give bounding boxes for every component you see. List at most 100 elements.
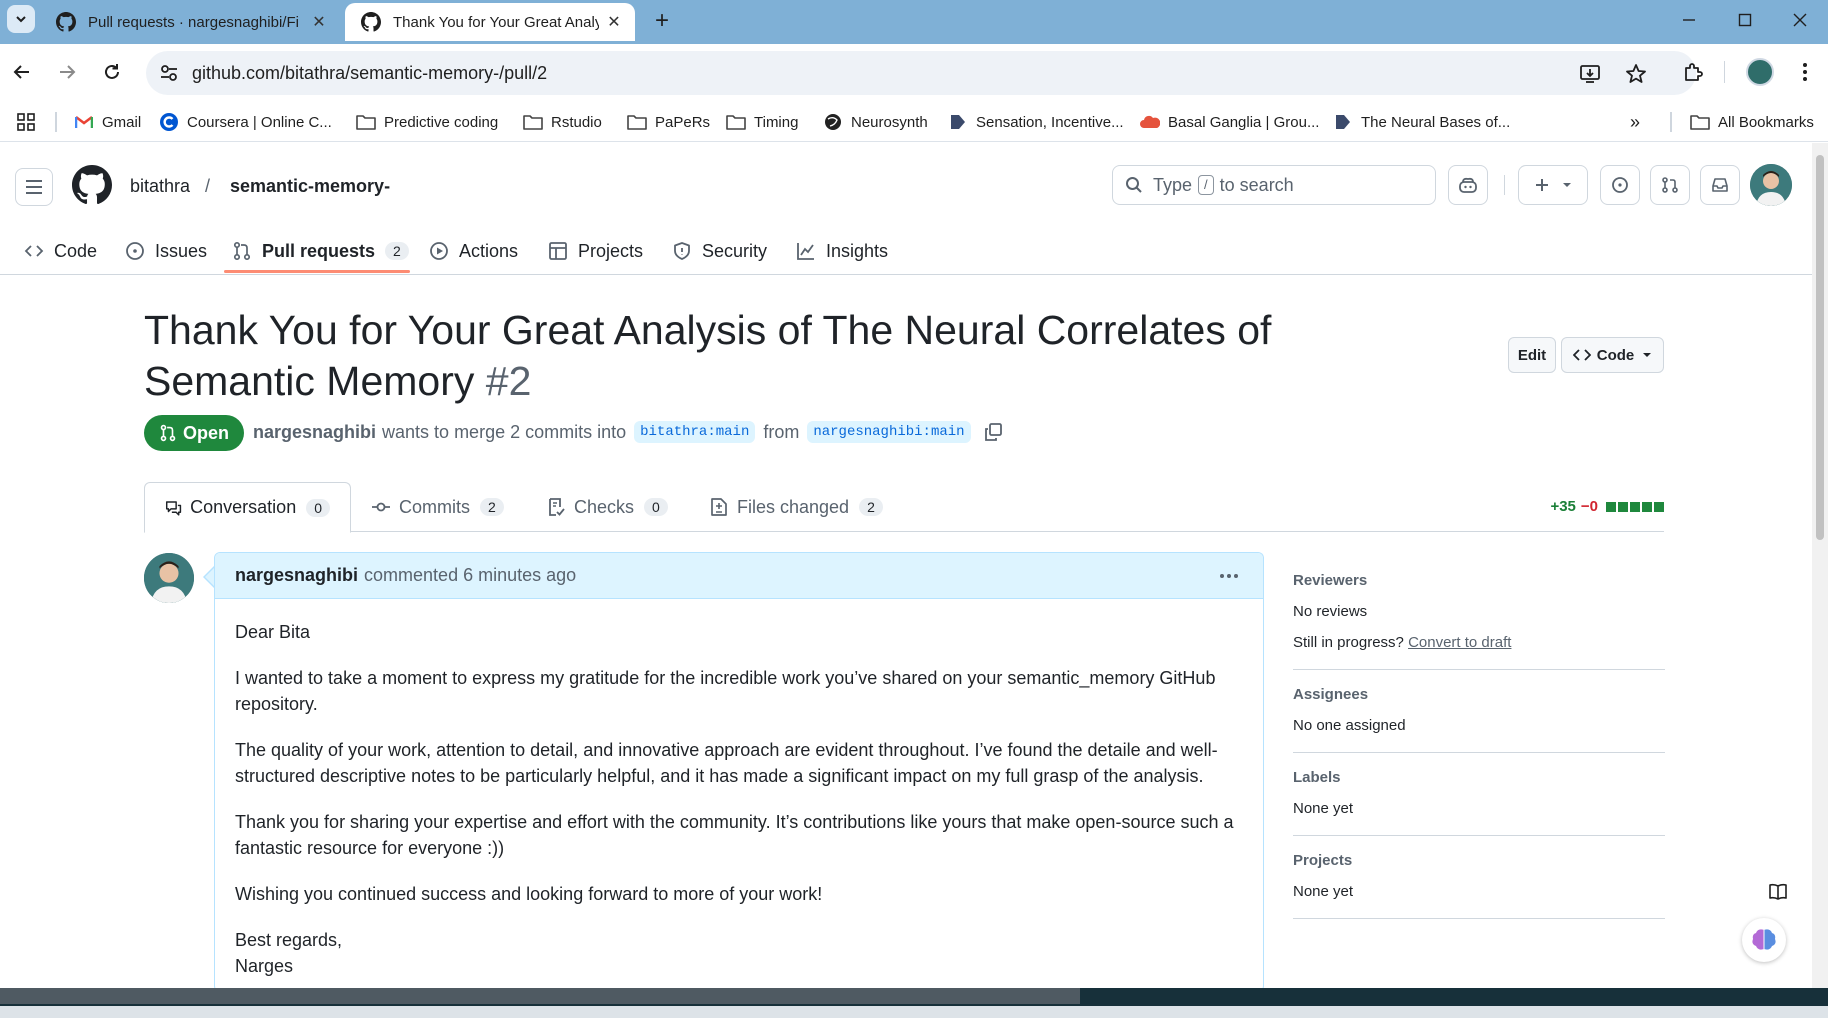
convert-to-draft-link[interactable]: Convert to draft (1408, 634, 1511, 651)
repo-nav-actions[interactable]: Actions (429, 233, 518, 269)
browser-tab-strip: Pull requests · nargesnaghibi/Fi ✕ Thank… (0, 0, 1828, 44)
deletions-count: −0 (1580, 498, 1598, 515)
search-input[interactable]: Type / to search (1112, 165, 1436, 205)
page-scrollbar[interactable] (1812, 143, 1828, 988)
comment-paragraph: Narges (235, 956, 294, 976)
copy-icon[interactable] (983, 422, 1003, 442)
sidebar-labels: Labels None yet (1293, 759, 1665, 836)
install-app-icon[interactable] (1578, 62, 1602, 86)
repo-nav-projects[interactable]: Projects (548, 233, 643, 269)
extension-floating-button[interactable] (1742, 918, 1786, 962)
inbox-button[interactable] (1700, 165, 1740, 205)
repo-owner-link[interactable]: bitathra (130, 176, 190, 197)
new-tab-button[interactable]: + (646, 5, 678, 37)
repo-name-link[interactable]: semantic-memory- (230, 176, 390, 197)
minimize-button[interactable] (1661, 0, 1717, 40)
sidebar-projects: Projects None yet (1293, 842, 1665, 919)
copilot-icon (1459, 177, 1477, 193)
avatar-image (1750, 164, 1792, 206)
create-new-button[interactable] (1518, 165, 1588, 205)
diffstat-block (1630, 501, 1640, 512)
tab-commits[interactable]: Commits 2 (351, 482, 524, 532)
forward-button[interactable] (50, 55, 84, 89)
base-branch-label[interactable]: bitathra:main (634, 421, 756, 443)
repo-nav-code[interactable]: Code (24, 233, 97, 269)
issues-shortcut-button[interactable] (1600, 165, 1640, 205)
pull-request-icon (1662, 177, 1678, 193)
github-favicon-icon (56, 12, 76, 32)
bookmark-neural-bases[interactable]: The Neural Bases of... (1333, 110, 1510, 134)
browser-tab-pull-requests[interactable]: Pull requests · nargesnaghibi/Fi ✕ (40, 3, 340, 41)
bookmark-predictive-coding[interactable]: Predictive coding (356, 110, 498, 134)
pr-tab-bar: Conversation 0 Commits 2 Checks 0 Files … (144, 482, 1664, 533)
more-bookmarks-button[interactable]: » (1630, 110, 1640, 134)
tab-files-changed[interactable]: Files changed 2 (689, 482, 903, 532)
bookmark-papers[interactable]: PaPeRs (627, 110, 710, 134)
comment-paragraph: I wanted to take a moment to express my … (235, 668, 1216, 714)
tab-search-button[interactable] (7, 5, 35, 33)
pull-requests-count: 2 (385, 242, 409, 260)
edit-title-button[interactable]: Edit (1508, 337, 1556, 373)
pr-author-link[interactable]: nargesnaghibi (253, 422, 376, 443)
comment-author-link[interactable]: nargesnaghibi (235, 565, 358, 586)
close-icon[interactable]: ✕ (605, 13, 623, 31)
profile-avatar[interactable] (1746, 58, 1774, 86)
comment-paragraph: Wishing you continued success and lookin… (235, 884, 823, 904)
back-button[interactable] (5, 55, 39, 89)
repo-nav-pull-requests[interactable]: Pull requests 2 (232, 233, 409, 269)
sidebar-reviewers: Reviewers No reviews Still in progress? … (1293, 562, 1665, 670)
head-branch-label[interactable]: nargesnaghibi:main (807, 421, 971, 443)
bookmark-rstudio[interactable]: Rstudio (523, 110, 602, 134)
folder-icon (523, 112, 543, 132)
address-bar[interactable]: github.com/bitathra/semantic-memory-/pul… (146, 51, 1696, 95)
user-avatar[interactable] (1750, 164, 1792, 206)
tab-checks[interactable]: Checks 0 (526, 482, 688, 532)
repo-nav-insights[interactable]: Insights (796, 233, 888, 269)
taskbar-window-strip (0, 988, 1080, 1004)
global-nav-menu-button[interactable] (15, 168, 53, 206)
close-icon[interactable]: ✕ (310, 13, 328, 31)
puzzle-icon (1685, 63, 1703, 81)
scrollbar-thumb[interactable] (1816, 155, 1824, 540)
repo-nav-issues[interactable]: Issues (125, 233, 207, 269)
triangle-down-icon (1643, 353, 1652, 357)
reviewers-heading[interactable]: Reviewers (1293, 572, 1665, 589)
bookmark-timing[interactable]: Timing (726, 110, 798, 134)
code-dropdown-button[interactable]: Code (1561, 337, 1664, 373)
triangle-down-icon (1563, 183, 1571, 187)
file-diff-icon (711, 498, 727, 516)
tab-title: Pull requests · nargesnaghibi/Fi (88, 13, 299, 31)
bookmark-sensation-incentive[interactable]: Sensation, Incentive... (948, 110, 1124, 134)
play-icon (430, 242, 448, 260)
pull-requests-shortcut-button[interactable] (1650, 165, 1690, 205)
all-bookmarks-button[interactable]: All Bookmarks (1690, 110, 1814, 134)
reading-mode-button[interactable] (1764, 878, 1792, 906)
browser-tab-active-pr[interactable]: Thank You for Your Great Analy ✕ (345, 3, 635, 41)
star-icon[interactable] (1624, 62, 1648, 86)
comment-author-avatar[interactable] (144, 553, 194, 603)
repo-nav-security[interactable]: Security (672, 233, 767, 269)
apps-button[interactable] (16, 110, 36, 134)
copilot-button[interactable] (1448, 165, 1488, 205)
extensions-button[interactable] (1678, 57, 1708, 87)
bookmark-coursera[interactable]: Coursera | Online C... (159, 110, 332, 134)
maximize-button[interactable] (1717, 0, 1773, 40)
graph-icon (797, 243, 814, 260)
reload-button[interactable] (95, 55, 129, 89)
bookmark-basal-ganglia[interactable]: Basal Ganglia | Grou... (1140, 110, 1319, 134)
bookmark-neurosynth[interactable]: Neurosynth (823, 110, 928, 134)
site-settings-icon[interactable] (158, 62, 180, 84)
close-window-button[interactable] (1772, 0, 1828, 40)
github-logo-icon[interactable] (72, 165, 112, 205)
bookmark-gmail[interactable]: Gmail (74, 110, 141, 134)
comment-options-button[interactable] (1217, 564, 1241, 588)
browser-menu-button[interactable] (1790, 57, 1820, 87)
tab-conversation[interactable]: Conversation 0 (144, 482, 351, 533)
projects-heading[interactable]: Projects (1293, 852, 1665, 869)
assignees-heading[interactable]: Assignees (1293, 686, 1665, 703)
labels-value: None yet (1293, 800, 1354, 817)
labels-heading[interactable]: Labels (1293, 769, 1665, 786)
pull-request-icon (160, 424, 176, 442)
globe-icon (823, 112, 843, 132)
github-favicon-icon (361, 12, 381, 32)
